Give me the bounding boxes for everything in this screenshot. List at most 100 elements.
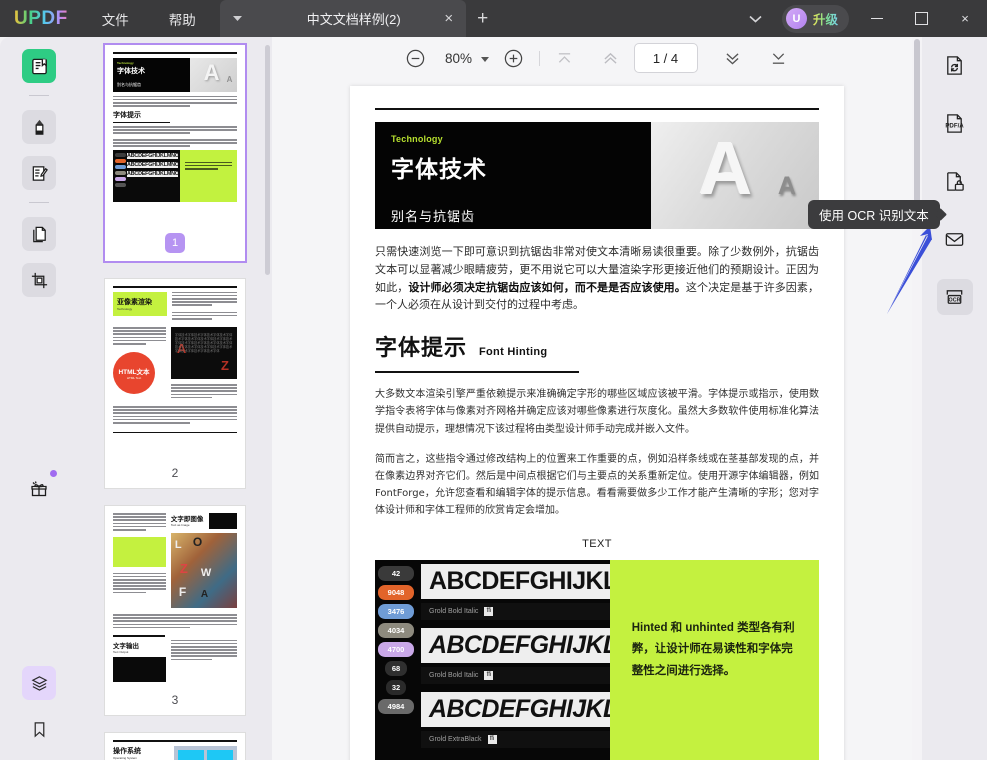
tab-list-dropdown[interactable] [219, 0, 256, 37]
prev-page-button[interactable] [596, 43, 626, 73]
specimen-line: ABCDEFGHIJKLMNO [421, 691, 610, 727]
pdfa-icon[interactable]: PDF/A [937, 105, 973, 141]
specimen-font-name: Grold ExtraBlack [429, 735, 482, 743]
thumbnail-page-3-preview: 文字即图像 Text as Image L O Z W F A 文字输出 Tex… [105, 506, 245, 688]
document-tab[interactable]: 中文文档样例(2) × [255, 0, 466, 37]
avatar: U [785, 8, 807, 29]
document-viewer: 80% 1 / 4 Technology 字体技术 别名与抗锯齿 A A 只需快… [272, 37, 922, 760]
thumbnail-page-1-number: 1 [165, 233, 185, 253]
thumb2-badge-en: HTML Text [126, 375, 142, 380]
viewer-scrollbar-thumb[interactable] [914, 39, 920, 224]
thumb3-title-en: Text as Image [170, 523, 190, 527]
thumbnail-page-3[interactable]: 文字即图像 Text as Image L O Z W F A 文字输出 Tex… [105, 506, 245, 715]
hero-glyph-small: A [777, 172, 796, 200]
intro-paragraph: 只需快速浏览一下即可意识到抗锯齿非常对使文本清晰易读很重要。除了少数例外，抗锯齿… [375, 243, 819, 314]
title-bar: UPDF 文件 帮助 中文文档样例(2) × + U 升级 × [0, 0, 987, 37]
specimen-chip: 4984 [378, 698, 414, 714]
page-scroll-area[interactable]: Technology 字体技术 别名与抗锯齿 A A 只需快速浏览一下即可意识到… [272, 79, 922, 760]
specimen-line-text: ABCDEFGHIJKLMNO [429, 694, 610, 723]
thumb1-subtitle: 别名与抗锯齿 [117, 81, 141, 87]
ocr-icon[interactable]: OCR [936, 279, 973, 315]
thumbnail-page-2[interactable]: 亚像素渲染 Technology HTML文本 HTML Text A Z 字体… [105, 279, 245, 488]
right-tool-rail: PDF/A OCR [922, 37, 987, 760]
section-heading: 字体提示 Font Hinting [375, 330, 819, 362]
specimen-chip-column: 42 9048 3476 4034 4700 68 32 4984 [375, 560, 417, 760]
viewer-toolbar: 80% 1 / 4 [272, 37, 922, 79]
next-page-button[interactable] [718, 43, 748, 73]
thumb3-section-en: Text Output [113, 649, 129, 654]
thumb1-eyebrow: Technology [117, 60, 134, 65]
first-page-button[interactable] [550, 43, 580, 73]
specimen-ligature: ffi [484, 670, 494, 680]
thumbnail-page-3-number: 3 [171, 693, 179, 707]
thumb4-title-en: Operating System [113, 755, 138, 760]
hero-text-block: Technology 字体技术 别名与抗锯齿 [375, 122, 651, 229]
rail-divider-2 [29, 202, 49, 203]
chevron-down-icon [233, 15, 243, 21]
menu-file[interactable]: 文件 [96, 9, 135, 29]
viewer-scrollbar[interactable] [912, 37, 922, 760]
thumb3-title: 文字即图像 [170, 516, 204, 523]
notification-dot [50, 470, 57, 477]
close-icon[interactable]: × [436, 6, 462, 32]
zoom-level-label[interactable]: 80% [441, 51, 477, 66]
specimen-note-panel: Hinted 和 unhinted 类型各有利弊，让设计师在易读性和字体完整性之… [609, 559, 819, 760]
last-page-button[interactable] [764, 43, 794, 73]
specimen-chip: 68 [385, 660, 407, 676]
section-title-cn: 字体提示 [375, 335, 468, 361]
thumb4-title: 操作系统 [113, 747, 141, 755]
page-organize-icon[interactable] [22, 217, 56, 251]
specimen-line-text: ABCDEFGHIJKLMNO [429, 630, 610, 659]
page-number-input[interactable]: 1 / 4 [633, 43, 698, 73]
svg-text:PDF/A: PDF/A [945, 122, 964, 129]
specimen-chip: 9048 [378, 584, 414, 600]
bookmark-icon[interactable] [22, 712, 56, 746]
chevron-down-icon [480, 57, 489, 62]
specimen-figure: 42 9048 3476 4034 4700 68 32 4984 ABCDEF… [375, 559, 819, 760]
gift-icon[interactable] [22, 470, 57, 506]
layers-icon[interactable] [22, 666, 56, 700]
thumb2-title-en: Technology [117, 306, 133, 311]
thumbnail-panel[interactable]: Technology 字体技术 别名与抗锯齿 A A 字体提示 ABCDEFGH… [78, 37, 272, 760]
more-options-icon[interactable] [736, 0, 776, 37]
reader-mode-icon[interactable] [22, 49, 56, 83]
intro-text-bold: 设计师必须决定抗锯齿应该如何，而不是是否应该使用。 [408, 280, 686, 294]
svg-text:OCR: OCR [949, 297, 961, 303]
zoom-in-button[interactable] [499, 43, 529, 73]
specimen-chip: 4034 [378, 622, 414, 638]
zoom-out-button[interactable] [401, 43, 431, 73]
thumbnail-page-1[interactable]: Technology 字体技术 别名与抗锯齿 A A 字体提示 ABCDEFGH… [105, 45, 245, 261]
crop-page-icon[interactable] [22, 263, 56, 297]
thumbnail-page-4-preview: 操作系统 Operating System [105, 733, 245, 760]
annotate-edit-icon[interactable] [22, 156, 56, 190]
section-paragraph-2: 简而言之，这些指令通过修改结构上的位置来工作重要的点，例如沿样条线或在茎基部发现… [375, 453, 819, 517]
thumbnail-page-2-preview: 亚像素渲染 Technology HTML文本 HTML Text A Z 字体… [105, 279, 245, 461]
convert-pdf-icon[interactable] [937, 47, 973, 83]
specimen-photo: 42 9048 3476 4034 4700 68 32 4984 ABCDEF… [375, 559, 610, 760]
window-close-button[interactable]: × [943, 0, 987, 37]
specimen-chip: 4700 [378, 641, 414, 657]
thumbnail-page-4[interactable]: 操作系统 Operating System 4 [105, 733, 245, 760]
hero-image: A A [650, 122, 819, 229]
zoom-in-icon [504, 49, 523, 67]
zoom-dropdown-button[interactable] [480, 49, 489, 67]
hero-subtitle: 别名与抗锯齿 [391, 209, 476, 224]
specimen-caption: TEXT [582, 537, 612, 550]
upgrade-button[interactable]: U 升级 [781, 4, 849, 33]
section-rule [375, 371, 580, 374]
protect-pdf-icon[interactable] [937, 163, 973, 199]
hero-glyph-large: A [698, 127, 753, 210]
thumbnail-scrollbar[interactable] [265, 37, 272, 760]
specimen-chip: 42 [378, 565, 414, 581]
new-tab-icon[interactable]: + [466, 0, 500, 37]
highlighter-icon[interactable] [22, 110, 56, 144]
section-paragraph-1: 大多数文本渲染引擎严重依赖提示来准确确定字形的哪些区域应该被平滑。字体提示或指示… [375, 389, 819, 435]
email-pdf-icon[interactable] [937, 221, 973, 257]
maximize-button[interactable] [899, 0, 943, 37]
last-page-icon [772, 52, 785, 64]
thumbnail-scrollbar-thumb[interactable] [265, 45, 270, 275]
section-title-en: Font Hinting [479, 346, 548, 359]
minimize-button[interactable] [855, 0, 899, 37]
menu-help[interactable]: 帮助 [163, 9, 202, 29]
rail-divider [29, 95, 49, 96]
